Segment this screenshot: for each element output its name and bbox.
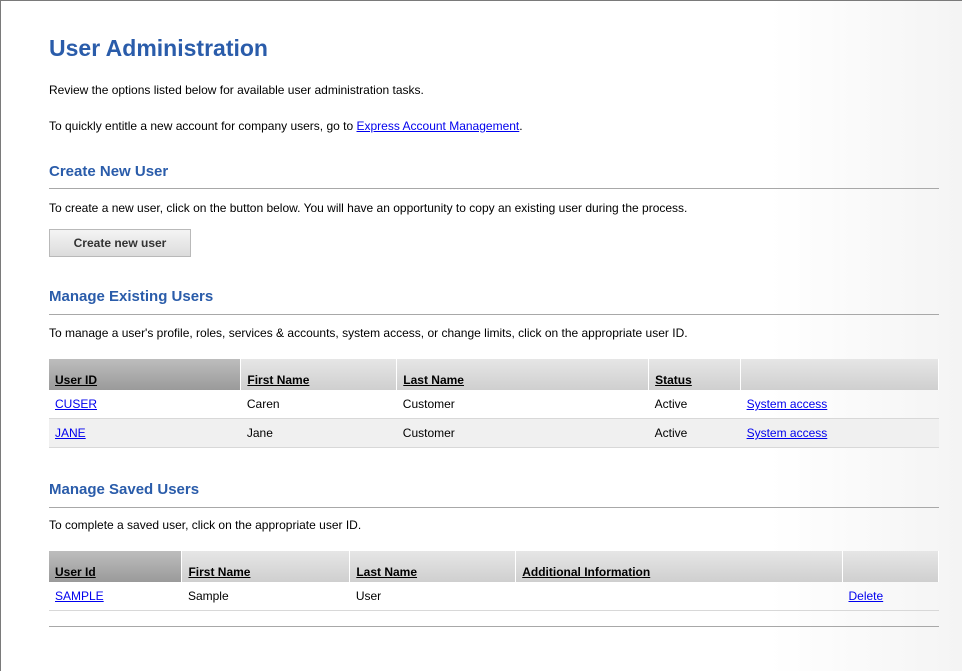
system-access-link[interactable]: System access	[747, 397, 828, 411]
column-header-actions	[740, 359, 939, 390]
last-name-cell: User	[349, 582, 516, 611]
column-header-last-name[interactable]: Last Name	[349, 551, 517, 582]
last-name-cell: Customer	[396, 390, 649, 419]
user-id-link[interactable]: CUSER	[55, 397, 97, 411]
bottom-divider	[49, 626, 939, 627]
existing-users-header-row: User ID First Name Last Name Status	[49, 359, 939, 390]
express-prefix: To quickly entitle a new account for com…	[49, 119, 357, 133]
manage-existing-divider	[49, 314, 939, 315]
table-row: CUSER Caren Customer Active System acces…	[49, 390, 939, 419]
create-new-user-button[interactable]: Create new user	[49, 229, 191, 257]
column-header-first-name[interactable]: First Name	[240, 359, 398, 390]
table-row: JANE Jane Customer Active System access	[49, 418, 939, 448]
column-header-status[interactable]: Status	[648, 359, 742, 390]
page-frame: User Administration Review the options l…	[0, 0, 962, 671]
additional-info-cell	[515, 582, 843, 611]
manage-saved-heading: Manage Saved Users	[49, 481, 200, 498]
manage-existing-heading: Manage Existing Users	[49, 288, 214, 305]
system-access-link[interactable]: System access	[747, 426, 828, 440]
page-title: User Administration	[49, 35, 268, 61]
create-user-description: To create a new user, click on the butto…	[49, 201, 688, 215]
table-row: SAMPLE Sample User Delete	[49, 582, 939, 611]
delete-link[interactable]: Delete	[849, 589, 884, 603]
existing-users-table: User ID First Name Last Name Status CUSE…	[49, 359, 939, 448]
first-name-cell: Caren	[240, 390, 397, 419]
express-text: To quickly entitle a new account for com…	[49, 119, 523, 133]
first-name-cell: Sample	[181, 582, 350, 611]
column-header-user-id[interactable]: User ID	[49, 359, 242, 390]
first-name-cell: Jane	[240, 418, 397, 448]
column-header-additional-information[interactable]: Additional Information	[515, 551, 843, 582]
last-name-cell: Customer	[396, 418, 649, 448]
saved-users-header-row: User Id First Name Last Name Additional …	[49, 551, 939, 582]
manage-saved-divider	[49, 507, 939, 508]
user-id-link[interactable]: SAMPLE	[55, 589, 104, 603]
create-user-heading: Create New User	[49, 163, 169, 180]
intro-text: Review the options listed below for avai…	[49, 83, 424, 97]
status-cell: Active	[648, 390, 741, 419]
manage-existing-description: To manage a user's profile, roles, servi…	[49, 326, 688, 340]
user-id-link[interactable]: JANE	[55, 426, 86, 440]
column-header-actions	[842, 551, 939, 582]
status-cell: Active	[648, 418, 741, 448]
column-header-last-name[interactable]: Last Name	[396, 359, 650, 390]
manage-saved-description: To complete a saved user, click on the a…	[49, 518, 362, 532]
create-user-divider	[49, 188, 939, 189]
express-suffix: .	[519, 119, 523, 133]
express-account-management-link[interactable]: Express Account Management	[357, 119, 520, 133]
column-header-user-id[interactable]: User Id	[49, 551, 183, 582]
column-header-first-name[interactable]: First Name	[181, 551, 351, 582]
saved-users-table: User Id First Name Last Name Additional …	[49, 551, 939, 611]
